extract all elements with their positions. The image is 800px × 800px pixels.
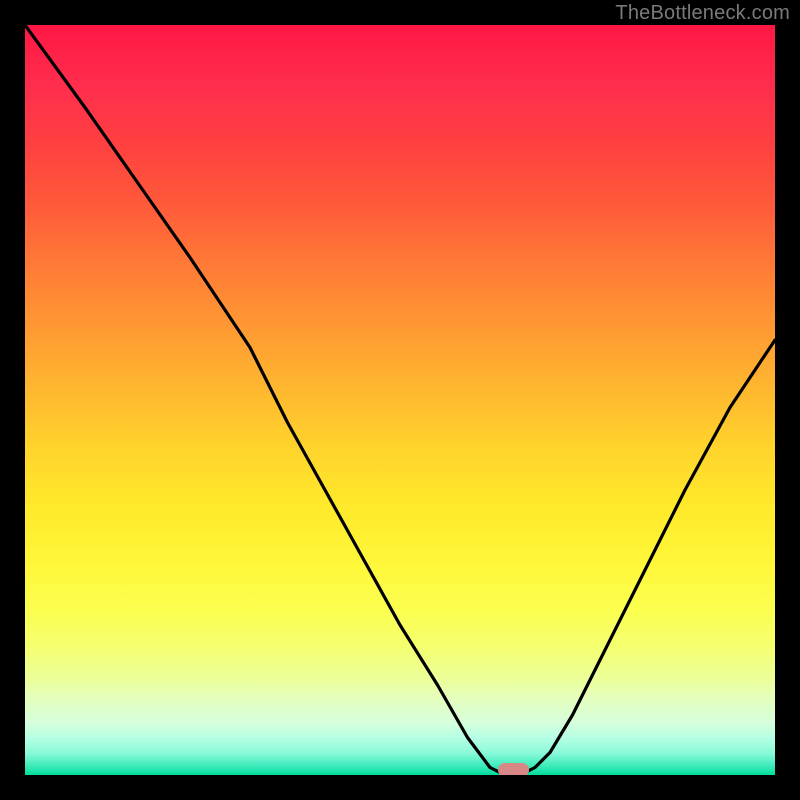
bottleneck-curve — [25, 25, 775, 775]
chart-frame: TheBottleneck.com — [0, 0, 800, 800]
plot-area — [25, 25, 775, 775]
optimal-marker — [498, 763, 530, 775]
watermark-text: TheBottleneck.com — [615, 2, 790, 25]
